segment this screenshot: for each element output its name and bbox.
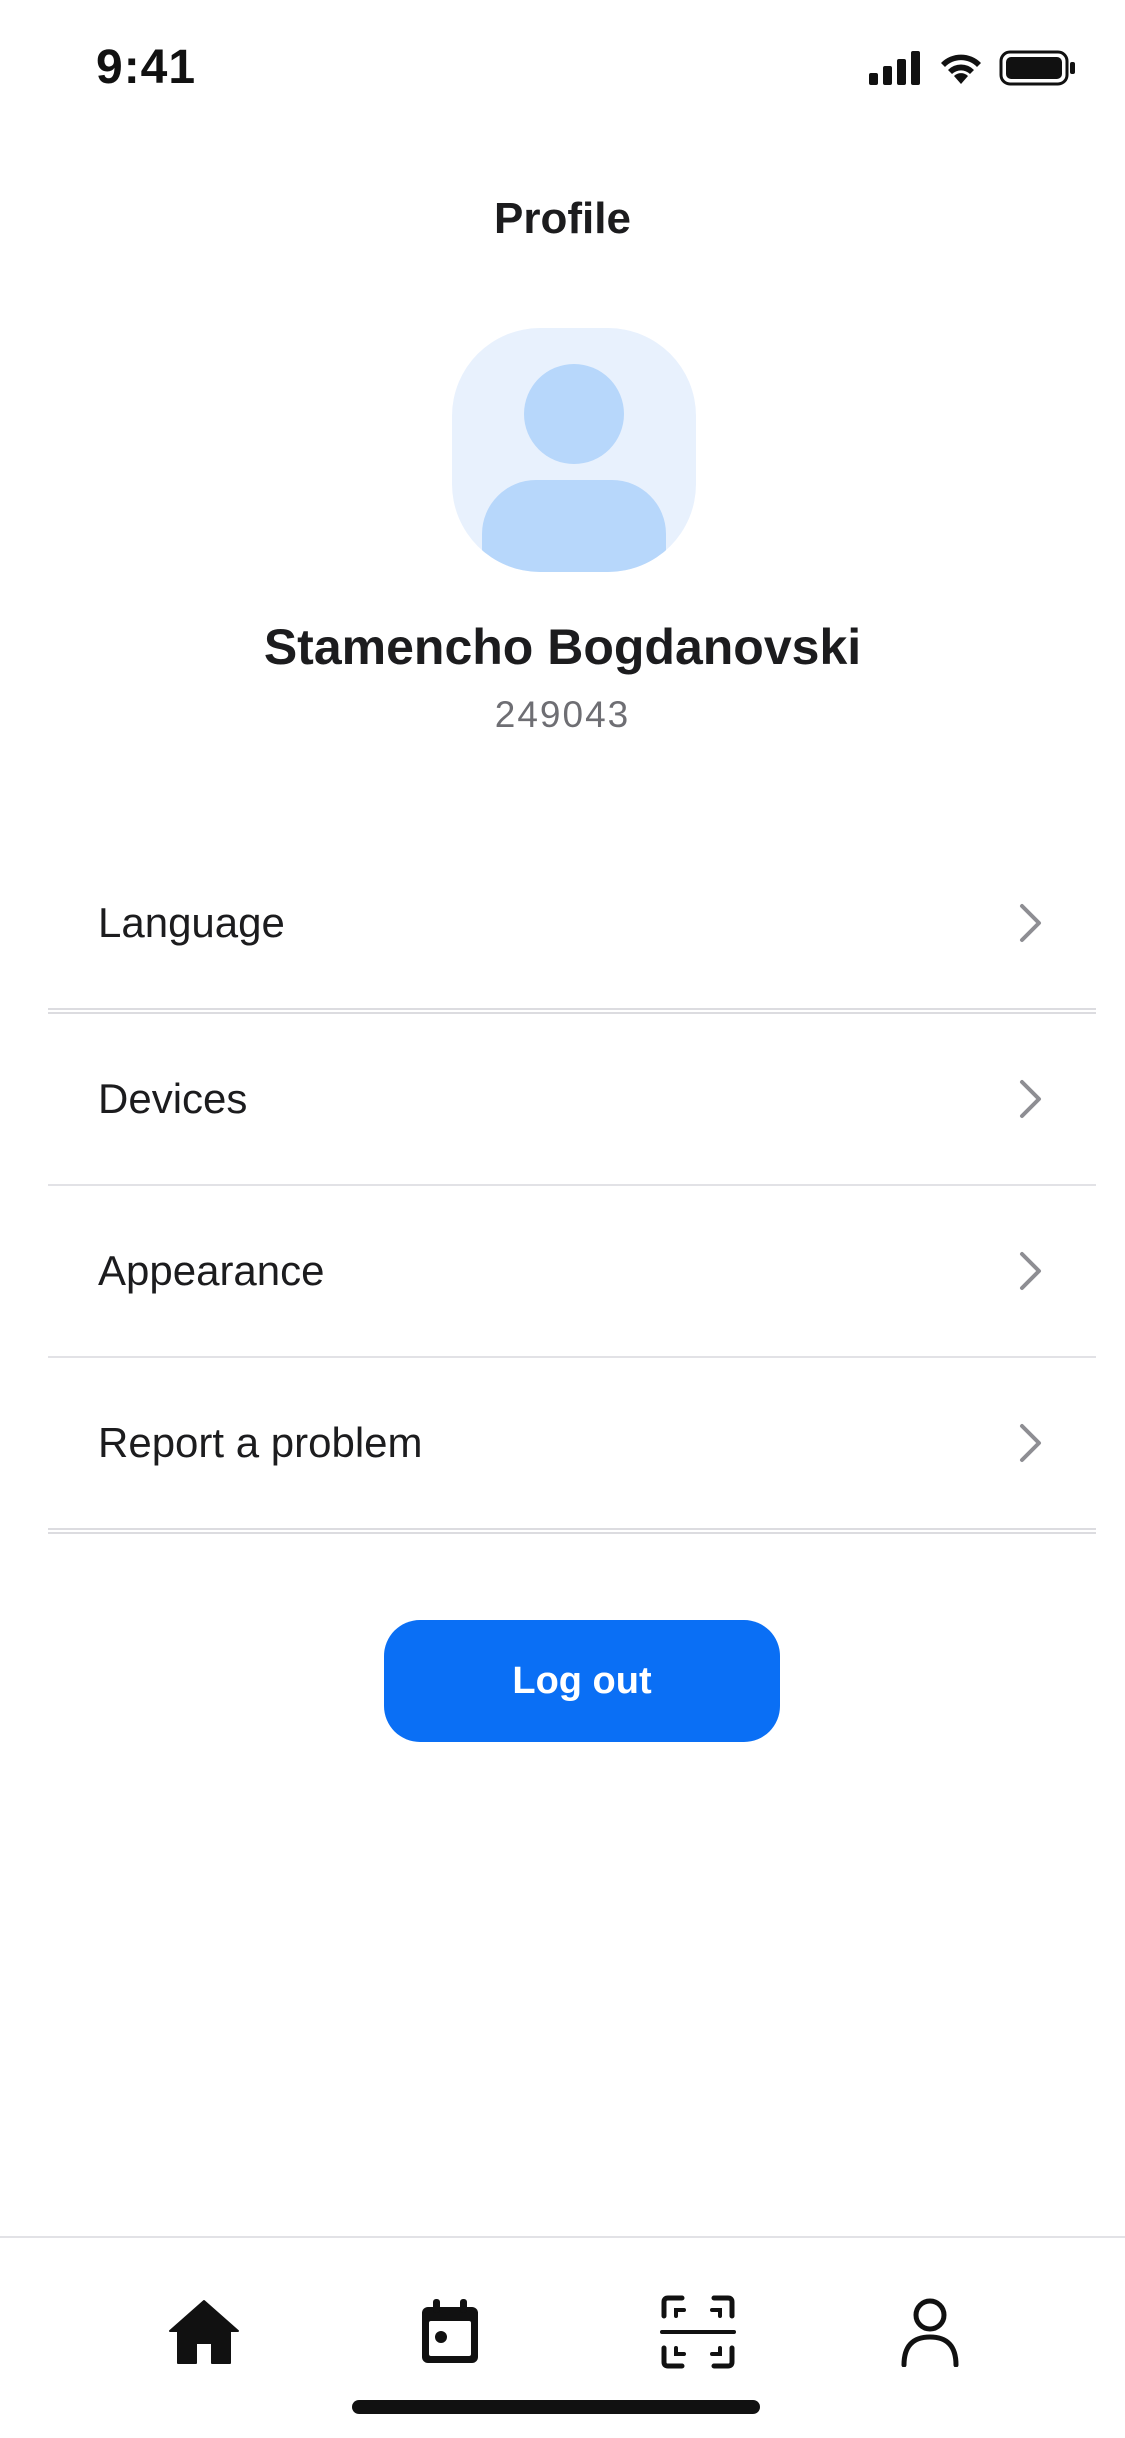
avatar-head xyxy=(524,364,624,464)
logout-button[interactable]: Log out xyxy=(384,1620,780,1742)
chevron-right-icon xyxy=(1020,1080,1041,1118)
settings-menu: Language Devices Appearance Report a pro… xyxy=(48,838,1096,1534)
scan-icon xyxy=(660,2295,736,2369)
home-icon xyxy=(169,2300,239,2364)
wifi-icon xyxy=(941,54,981,84)
user-name: Stamencho Bogdanovski xyxy=(263,619,862,675)
menu-item-devices[interactable]: Devices xyxy=(48,1014,1096,1186)
menu-item-label: Devices xyxy=(98,1075,248,1122)
status-time: 9:41 xyxy=(96,41,197,94)
home-indicator[interactable] xyxy=(352,2400,760,2414)
status-bar: 9:41 xyxy=(0,0,1125,140)
page-title: Profile xyxy=(494,194,631,243)
calendar-icon xyxy=(422,2299,478,2363)
menu-item-label: Report a problem xyxy=(98,1419,423,1466)
tab-home[interactable] xyxy=(154,2282,254,2382)
menu-item-appearance[interactable]: Appearance xyxy=(48,1186,1096,1358)
battery-icon xyxy=(999,50,1075,86)
chevron-right-icon xyxy=(1020,904,1041,942)
avatar-body xyxy=(482,480,666,572)
chevron-right-icon xyxy=(1020,1424,1041,1462)
tab-scan[interactable] xyxy=(648,2282,748,2382)
status-icons xyxy=(869,50,1077,86)
tab-calendar[interactable] xyxy=(400,2282,500,2382)
tab-profile[interactable] xyxy=(880,2282,980,2382)
profile-icon xyxy=(901,2298,959,2367)
user-id: 249043 xyxy=(494,694,631,735)
menu-item-label: Appearance xyxy=(98,1247,325,1294)
avatar[interactable] xyxy=(452,328,696,572)
menu-item-report-problem[interactable]: Report a problem xyxy=(48,1358,1096,1534)
chevron-right-icon xyxy=(1020,1252,1041,1290)
menu-item-language[interactable]: Language xyxy=(48,838,1096,1014)
cellular-signal-icon xyxy=(869,51,920,85)
menu-item-label: Language xyxy=(98,899,285,946)
